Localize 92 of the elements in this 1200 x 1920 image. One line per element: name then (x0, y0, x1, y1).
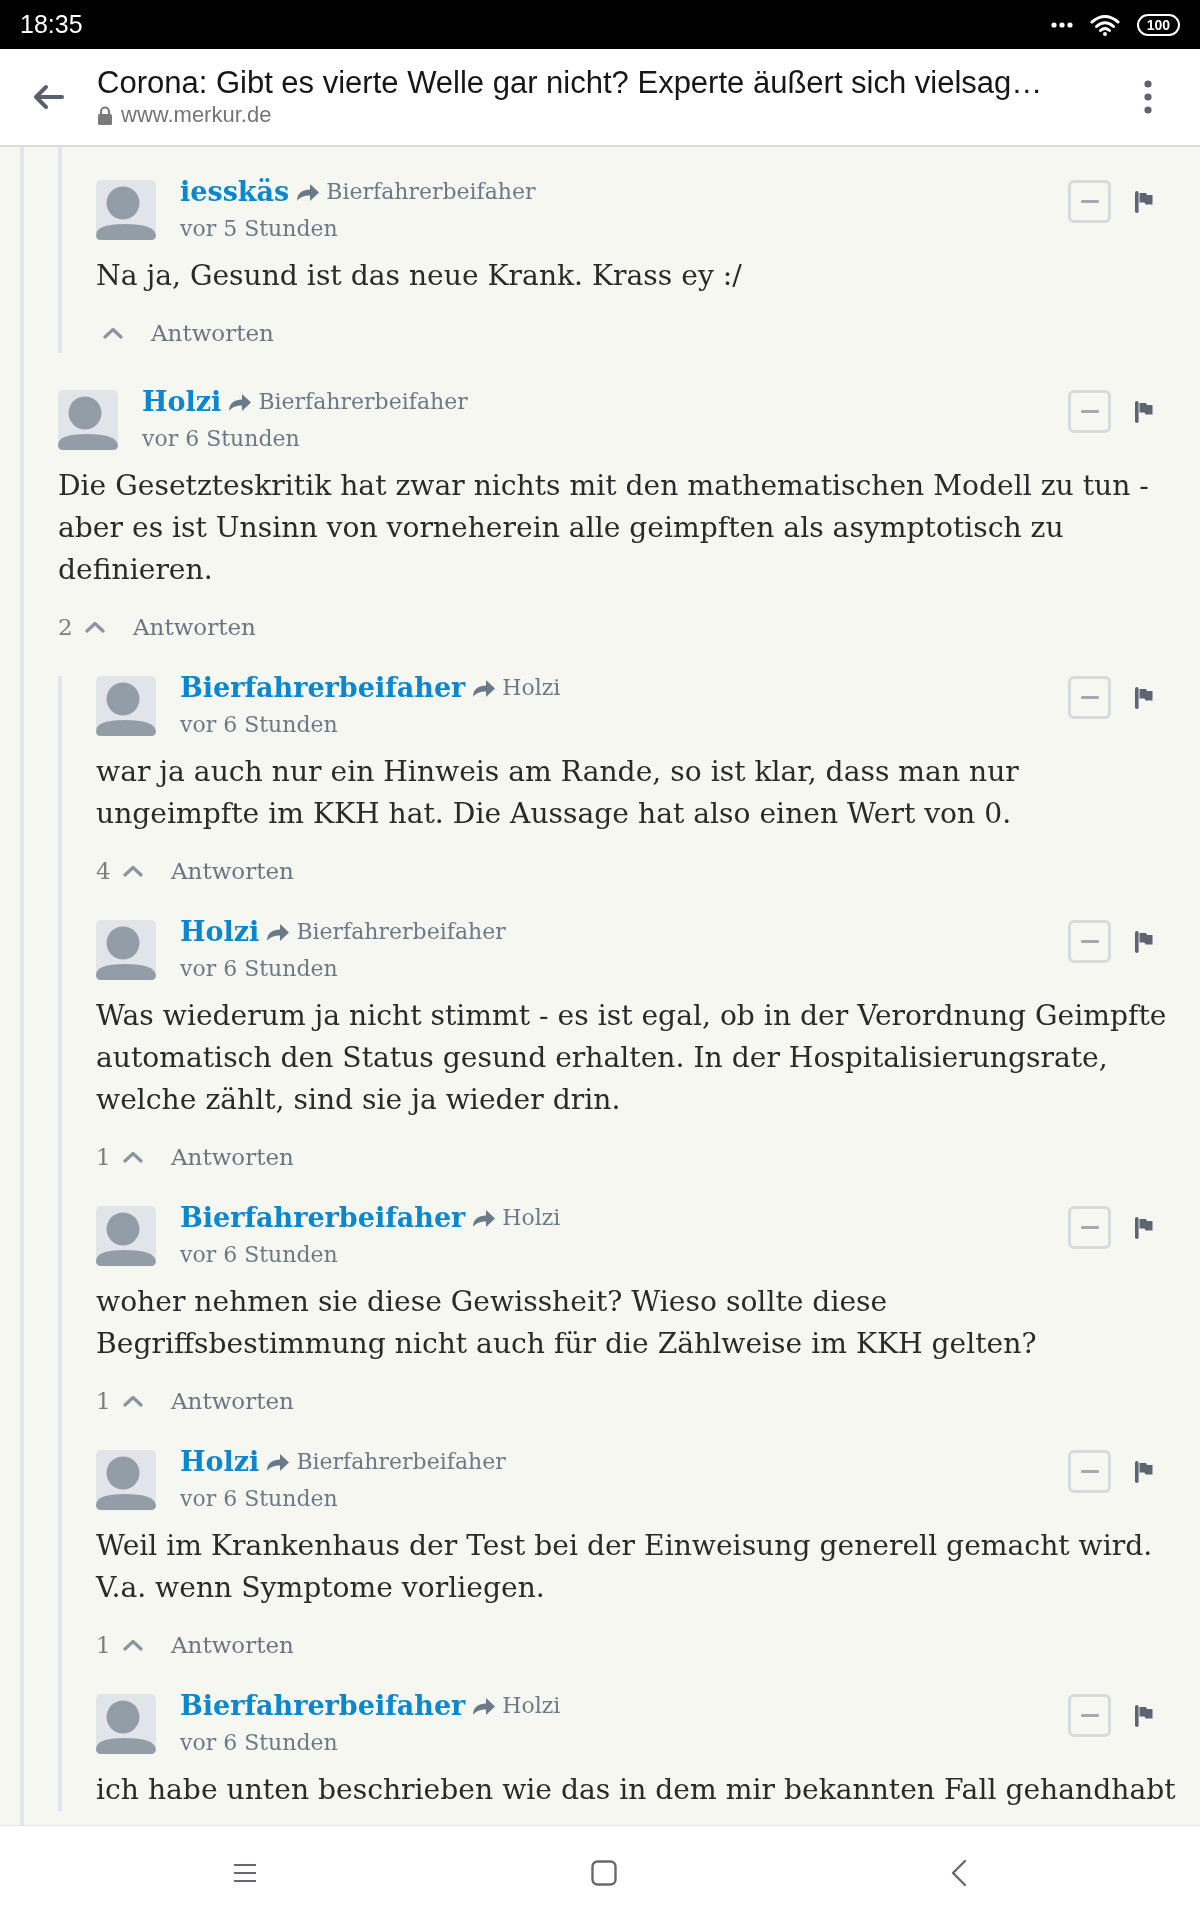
ellipsis-icon (1050, 21, 1073, 28)
square-icon[interactable] (591, 1860, 617, 1886)
author-name[interactable]: Holzi (180, 1444, 260, 1480)
minus-icon (1080, 1470, 1099, 1473)
avatar-icon (96, 920, 156, 980)
comment-time: vor 5 Stunden (180, 215, 338, 243)
chevron-up-icon[interactable] (103, 327, 123, 339)
minus-icon (1080, 1226, 1099, 1229)
reply-to-name[interactable]: Holzi (502, 1688, 561, 1724)
collapse-button[interactable] (1068, 1206, 1111, 1249)
avatar-icon (96, 1694, 156, 1754)
curved-arrow-icon (228, 392, 253, 412)
flag-icon[interactable] (1135, 1461, 1153, 1483)
curved-arrow-icon (266, 922, 291, 942)
comment-time: vor 6 Stunden (180, 711, 338, 739)
comment-time: vor 6 Stunden (142, 425, 300, 453)
page-url: www.merkur.de (121, 102, 272, 128)
comment-text: woher nehmen sie diese Gewissheit? Wieso sollte diese Begriffsbestimmung nicht auch für die Zählweise im KKH gelten? (96, 1284, 1038, 1362)
chevron-up-icon[interactable] (85, 621, 105, 633)
more-options-icon[interactable] (1144, 80, 1152, 114)
minus-icon (1080, 410, 1099, 413)
minus-icon (1080, 1714, 1099, 1717)
vote-count: 1 (96, 1388, 111, 1414)
menu-icon[interactable] (233, 1863, 257, 1883)
reply-to-name[interactable]: Bierfahrerbeifaher (326, 174, 536, 210)
chevron-up-icon[interactable] (123, 1151, 143, 1163)
collapse-button[interactable] (1068, 390, 1111, 433)
vote-count: 1 (96, 1144, 111, 1170)
author-name[interactable]: Bierfahrerbeifaher (180, 1200, 466, 1236)
comment-text: war ja auch nur ein Hinweis am Rande, so ist klar, dass man nur ungeimpfte im KKH hat. Die Aussage hat also einen Wert von 0. (96, 754, 1020, 832)
minus-icon (1080, 940, 1099, 943)
back-arrow-icon[interactable] (32, 84, 64, 110)
author-name[interactable]: Holzi (180, 914, 260, 950)
lock-icon (97, 105, 113, 125)
collapse-button[interactable] (1068, 920, 1111, 963)
comment-text: Die Gesetzteskritik hat zwar nichts mit den mathematischen Modell zu tun - aber es ist Unsinn von vorneherein alle geimpften als asymptotisch zu definieren. (58, 468, 1150, 588)
battery-indicator: 100 (1136, 13, 1180, 36)
flag-icon[interactable] (1135, 931, 1153, 953)
author-name[interactable]: iesskäs (180, 174, 290, 210)
reply-to-name[interactable]: Bierfahrerbeifaher (258, 384, 468, 420)
chevron-up-icon[interactable] (123, 865, 143, 877)
flag-icon[interactable] (1135, 401, 1153, 423)
avatar-icon (96, 676, 156, 736)
curved-arrow-icon (472, 1208, 497, 1228)
reply-link[interactable]: Antworten (151, 320, 274, 346)
avatar-icon (58, 390, 118, 450)
comment-text: Na ja, Gesund ist das neue Krank. Krass ey :/ (96, 258, 742, 294)
chevron-up-icon[interactable] (123, 1639, 143, 1651)
reply-link[interactable]: Antworten (171, 1388, 294, 1414)
chevron-up-icon[interactable] (123, 1395, 143, 1407)
reply-link[interactable]: Antworten (133, 614, 256, 640)
comment-time: vor 6 Stunden (180, 1241, 338, 1269)
chevron-left-icon[interactable] (951, 1859, 967, 1887)
avatar-icon (96, 1450, 156, 1510)
flag-icon[interactable] (1135, 687, 1153, 709)
vote-count: 1 (96, 1632, 111, 1658)
comment-time: vor 6 Stunden (180, 1485, 338, 1513)
comment-text: Was wiederum ja nicht stimmt - es ist egal, ob in der Verordnung Geimpfte automatisch den Status gesund erhalten. In der Hospitalisierungsrate, welche zählt, sind sie ja wieder drin. (96, 998, 1168, 1118)
author-name[interactable]: Holzi (142, 384, 222, 420)
reply-to-name[interactable]: Bierfahrerbeifaher (296, 1444, 506, 1480)
collapse-button[interactable] (1068, 180, 1111, 223)
collapse-button[interactable] (1068, 1450, 1111, 1493)
comment-text: Weil im Krankenhaus der Test bei der Einweisung generell gemacht wird. V.a. wenn Symptome vorliegen. (96, 1528, 1154, 1606)
wifi-icon (1089, 13, 1120, 36)
reply-link[interactable]: Antworten (171, 1632, 294, 1658)
comment-text: ich habe unten beschrieben wie das in dem mir bekannten Fall gehandhabt (96, 1772, 1176, 1808)
reply-link[interactable]: Antworten (171, 1144, 294, 1170)
avatar-icon (96, 1206, 156, 1266)
author-name[interactable]: Bierfahrerbeifaher (180, 670, 466, 706)
comment-time: vor 6 Stunden (180, 955, 338, 983)
curved-arrow-icon (266, 1452, 291, 1472)
status-time: 18:35 (20, 10, 83, 39)
vote-count: 2 (58, 614, 73, 640)
page-title: Corona: Gibt es vierte Welle gar nicht? Experte äußert sich vielsag… (97, 64, 1044, 102)
minus-icon (1080, 200, 1099, 203)
flag-icon[interactable] (1135, 1217, 1153, 1239)
reply-to-name[interactable]: Holzi (502, 1200, 561, 1236)
curved-arrow-icon (296, 182, 321, 202)
avatar-icon (96, 180, 156, 240)
author-name[interactable]: Bierfahrerbeifaher (180, 1688, 466, 1724)
minus-icon (1080, 696, 1099, 699)
curved-arrow-icon (472, 1696, 497, 1716)
reply-to-name[interactable]: Bierfahrerbeifaher (296, 914, 506, 950)
curved-arrow-icon (472, 678, 497, 698)
reply-to-name[interactable]: Holzi (502, 670, 561, 706)
reply-link[interactable]: Antworten (171, 858, 294, 884)
flag-icon[interactable] (1135, 1705, 1153, 1727)
collapse-button[interactable] (1068, 676, 1111, 719)
flag-icon[interactable] (1135, 191, 1153, 213)
vote-count: 4 (96, 858, 111, 884)
collapse-button[interactable] (1068, 1694, 1111, 1737)
comment-time: vor 6 Stunden (180, 1729, 338, 1757)
